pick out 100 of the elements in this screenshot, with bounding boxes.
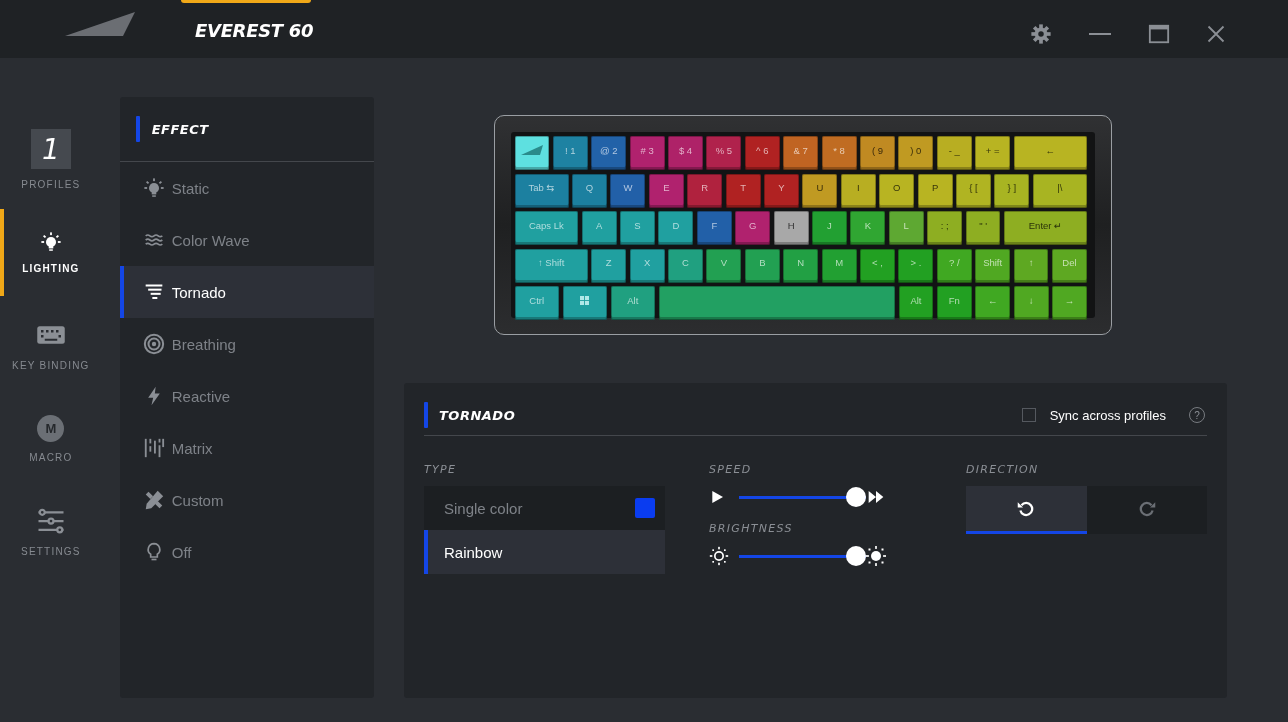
direction-label: DIRECTION [966,463,1040,476]
keycap: Caps Lk [514,211,579,245]
color-swatch[interactable] [635,498,655,518]
logo-icon [65,12,137,36]
section-title: EFFECT [151,121,209,137]
nav-item[interactable]: LIGHTING [0,209,102,296]
nav-label: MACRO [29,451,73,463]
keycap: C [668,248,703,283]
keycap: Fn [936,286,972,320]
keycap: ^ 6 [744,136,780,170]
keycap: Ctrl [514,286,559,320]
effect-item[interactable]: Custom [119,474,374,526]
slider-thumb[interactable] [846,487,866,507]
section-title: TORNADO [439,407,516,423]
type-option[interactable]: Rainbow [424,530,665,574]
effect-item[interactable]: Matrix [119,422,374,474]
effect-item[interactable]: Reactive [119,370,374,422]
keycap: < , [860,248,895,283]
effect-label: Off [171,543,192,561]
keycap: R [687,173,723,208]
keycap: N [783,248,819,283]
keycap: & 7 [783,136,819,170]
effect-label: Static [171,179,210,197]
nav-label: KEY BINDING [12,360,90,371]
keycap: ! 1 [552,136,588,170]
target-icon [142,333,165,355]
windows-icon [580,295,590,305]
close-icon[interactable] [1206,24,1226,44]
bulb-icon [39,231,62,253]
fast-forward-icon [866,489,886,505]
logo-icon [520,145,543,155]
nav-item[interactable]: M MACRO [0,395,102,482]
keycap: |\ [1032,173,1087,208]
checkbox-label: Sync across profiles [1049,407,1166,423]
effect-item[interactable]: Static [119,162,374,214]
keycap: Y [764,173,799,208]
keycap: * 8 [821,136,857,170]
bulb-icon [142,177,165,199]
effect-label: Matrix [171,439,213,457]
keycap: V [706,248,742,283]
window-title: EVEREST 60 [195,20,315,41]
keycap: H [773,211,809,245]
keycap: ↑ [1013,248,1049,283]
keycap: A [581,211,617,245]
keycap: ↓ [1013,286,1049,320]
keycap: I [840,173,876,208]
nav-item[interactable]: KEY BINDING [0,302,102,389]
keycap: : ; [927,211,963,245]
keycap: O [879,173,915,208]
rotate-right-icon [1137,499,1156,518]
checkbox[interactable] [1021,408,1036,422]
effect-item[interactable]: Off [119,526,374,578]
keycap: ? / [936,248,972,283]
profile-number: 1 [30,129,71,169]
bars-icon [142,437,165,459]
effect-item[interactable]: Color Wave [119,214,374,266]
type-option[interactable]: Single color [424,486,665,530]
nav-item[interactable]: 1 PROFILES [0,116,102,203]
accent-bar [135,116,140,142]
rotate-left-icon [1017,499,1036,518]
nav-label: PROFILES [21,179,81,190]
keycap: ← [975,286,1011,320]
keycap: → [1052,286,1087,320]
keycap: } ] [994,173,1030,208]
sun-icon [866,545,886,567]
keycap: Q [572,173,607,208]
maximize-icon[interactable] [1148,23,1170,45]
keycap: Alt [610,286,655,320]
nav-item[interactable]: SETTINGS [0,488,102,575]
nav-label: SETTINGS [21,546,81,557]
keycap: W [610,173,646,208]
keycap: M [821,248,857,283]
keycap: Tab ⇆ [514,173,569,208]
keycap: ↑ Shift [514,248,588,283]
slider-thumb[interactable] [846,546,866,566]
brightness-label: BRIGHTNESS [709,522,794,535]
keycap: B [744,248,780,283]
effect-label: Tornado [171,283,226,301]
keycap: Enter ↵ [1004,211,1087,245]
keycap: ← [1013,136,1087,170]
keycap: Z [591,248,627,283]
keycap: S [620,211,655,245]
keycap: ( 9 [860,136,895,170]
nav-label: LIGHTING [22,263,80,274]
effect-label: Breathing [171,335,236,353]
keycap: E [648,173,684,208]
sun-icon [709,546,729,566]
keycap: + = [975,136,1011,170]
effect-label: Color Wave [171,231,250,249]
effect-label: Custom [171,491,224,509]
keycap: - _ [936,136,972,170]
keycap: > . [898,248,934,283]
effect-item[interactable]: Breathing [119,318,374,370]
keycap: " ' [965,211,1001,245]
keycap: # 3 [629,136,665,170]
option-label: Single color [444,499,524,517]
keycap: J [812,211,847,245]
type-label: TYPE [424,463,458,476]
effect-item[interactable]: Tornado [119,266,374,318]
keycap: K [850,211,886,245]
